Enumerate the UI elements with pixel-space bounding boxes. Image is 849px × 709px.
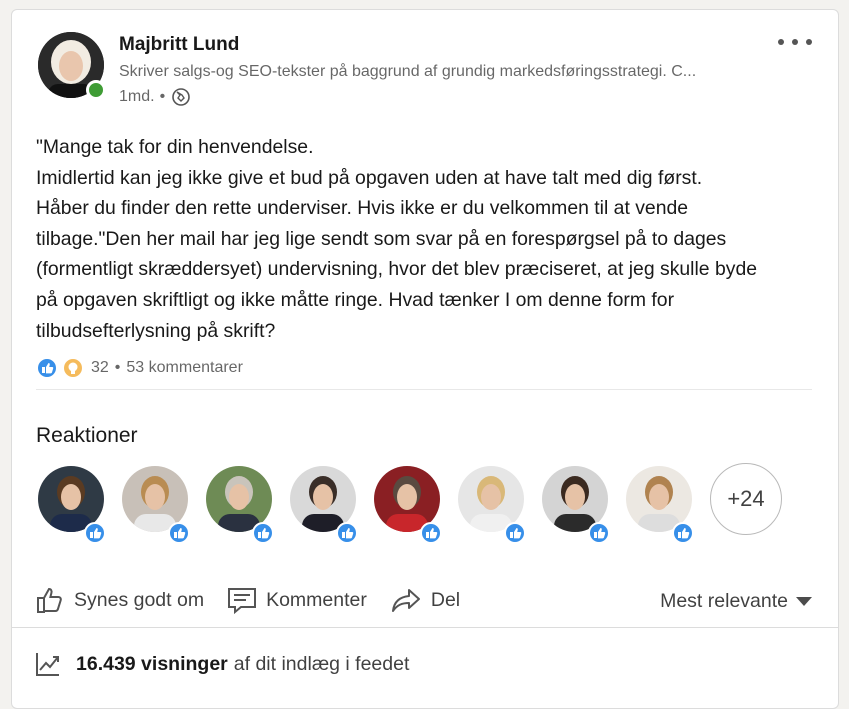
post-time: 1md. bbox=[119, 88, 155, 105]
post-text-line: (formentligt skræddersyet) undervisning,… bbox=[36, 258, 758, 281]
divider bbox=[12, 627, 838, 628]
share-label: Del bbox=[430, 588, 461, 611]
like-badge-icon bbox=[420, 522, 442, 544]
dot-icon bbox=[778, 39, 784, 45]
reactor-avatar[interactable] bbox=[290, 466, 358, 544]
count-separator: • bbox=[114, 359, 121, 376]
comment-sort-dropdown[interactable]: Mest relevante bbox=[660, 590, 812, 613]
comment-label: Kommenter bbox=[266, 588, 367, 611]
caret-down-icon bbox=[796, 597, 812, 606]
views-suffix: af dit indlæg i feedet bbox=[233, 652, 410, 675]
social-counts[interactable]: 32 • 53 kommentarer bbox=[36, 356, 243, 380]
author-name[interactable]: Majbritt Lund bbox=[119, 34, 239, 56]
post-text-line: Håber du finder den rette underviser. Hv… bbox=[36, 197, 689, 220]
share-arrow-icon bbox=[391, 589, 420, 612]
like-badge-icon bbox=[252, 522, 274, 544]
share-button[interactable]: Del bbox=[389, 584, 460, 616]
reactor-avatar[interactable] bbox=[38, 466, 106, 544]
like-label: Synes godt om bbox=[74, 588, 205, 611]
post-text-line: tilbage."Den her mail har jeg lige sendt… bbox=[36, 227, 727, 250]
trending-chart-icon bbox=[36, 653, 59, 676]
like-badge-icon bbox=[504, 522, 526, 544]
post-text-line: på opgaven skriftligt og ikke måtte ring… bbox=[36, 288, 675, 311]
action-bar: Synes godt om Kommenter Del bbox=[34, 580, 482, 620]
more-reactors-button[interactable]: +24 bbox=[710, 463, 782, 535]
reactor-avatar[interactable] bbox=[374, 466, 442, 544]
like-reaction-icon bbox=[36, 357, 58, 379]
reactions-title: Reaktioner bbox=[36, 424, 138, 447]
thumbs-up-icon bbox=[37, 587, 62, 613]
more-options-button[interactable] bbox=[778, 32, 812, 52]
comment-icon bbox=[228, 588, 257, 615]
comment-count[interactable]: 53 kommentarer bbox=[126, 359, 243, 377]
divider bbox=[36, 389, 812, 390]
reactor-avatar[interactable] bbox=[206, 466, 274, 544]
insightful-reaction-icon bbox=[62, 357, 84, 379]
like-button[interactable]: Synes godt om bbox=[34, 584, 204, 616]
post-card: Majbritt Lund Skriver salgs-og SEO-tekst… bbox=[11, 9, 839, 709]
reaction-count: 32 bbox=[91, 359, 109, 376]
like-badge-icon bbox=[168, 522, 190, 544]
dot-icon bbox=[806, 39, 812, 45]
like-badge-icon bbox=[588, 522, 610, 544]
comment-button[interactable]: Kommenter bbox=[226, 584, 367, 616]
post-text-line: "Mange tak for din henvendelse. bbox=[36, 136, 314, 158]
post-meta: 1md. • bbox=[119, 87, 191, 107]
reactor-list: +24 bbox=[38, 463, 782, 544]
like-badge-icon bbox=[672, 522, 694, 544]
reactor-avatar[interactable] bbox=[542, 466, 610, 544]
post-text-line: tilbudsefterlysning på skrift? bbox=[36, 319, 276, 342]
views-count: 16.439 visninger bbox=[76, 652, 228, 675]
like-badge-icon bbox=[336, 522, 358, 544]
author-headline: Skriver salgs-og SEO-tekster på baggrund… bbox=[119, 63, 697, 80]
dot-icon bbox=[792, 39, 798, 45]
post-text-line: Imidlertid kan jeg ikke give et bud på o… bbox=[36, 166, 703, 189]
sort-label: Mest relevante bbox=[660, 590, 788, 612]
post-analytics-link[interactable]: 16.439 visninger af dit indlæg i feedet bbox=[34, 650, 409, 678]
meta-separator: • bbox=[159, 88, 166, 105]
like-badge-icon bbox=[84, 522, 106, 544]
post-text: "Mange tak for din henvendelse. Imidlert… bbox=[36, 132, 826, 346]
reactor-avatar[interactable] bbox=[122, 466, 190, 544]
online-status-badge bbox=[86, 80, 106, 100]
reactor-avatar[interactable] bbox=[626, 466, 694, 544]
reactor-avatar[interactable] bbox=[458, 466, 526, 544]
globe-icon bbox=[171, 87, 191, 107]
